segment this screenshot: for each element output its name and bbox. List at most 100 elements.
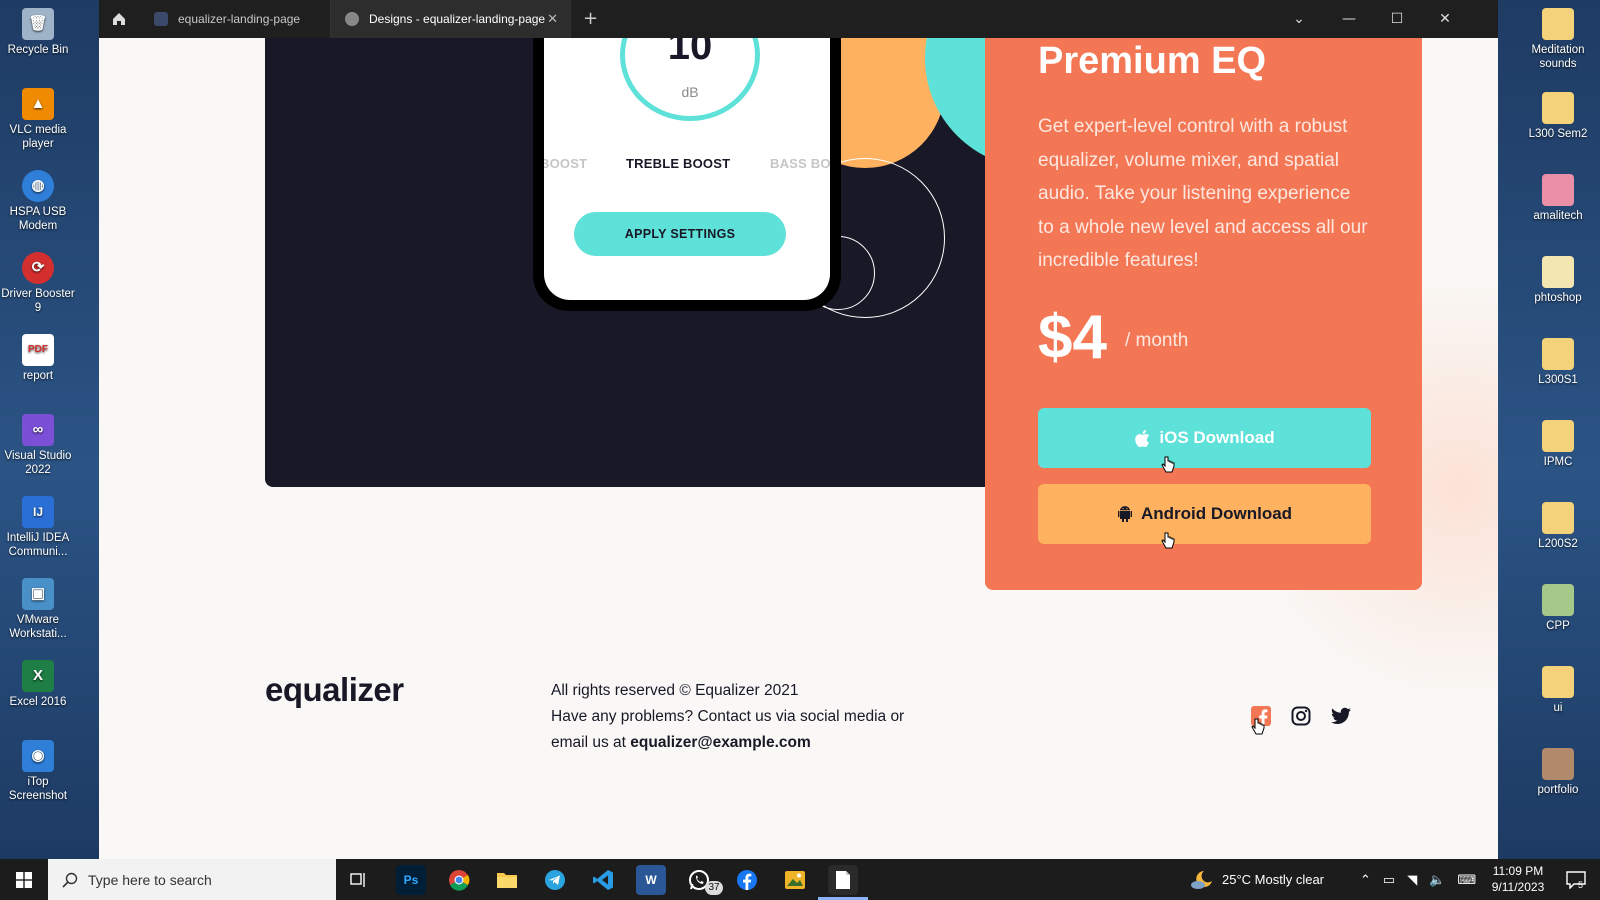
desktop-icon-ipmc[interactable]: IPMC [1520, 420, 1596, 469]
desktop-icon-itop-screenshot[interactable]: ◉ iTop Screenshot [0, 740, 76, 803]
desktop-icon-phtoshop[interactable]: phtoshop [1520, 256, 1596, 305]
price: $4 / month [1038, 302, 1188, 373]
desktop-icon-ui[interactable]: ui [1520, 666, 1596, 715]
apply-settings-button[interactable]: APPLY SETTINGS [574, 212, 786, 256]
chrome-icon[interactable] [444, 865, 474, 895]
taskbar: Type here to search Ps W 37 25°C Mostly … [0, 859, 1600, 900]
vmware-icon: ▣ [22, 578, 54, 610]
folder-icon [1542, 92, 1574, 124]
premium-card: Premium EQ Get expert-level control with… [985, 38, 1422, 590]
instagram-link[interactable] [1289, 704, 1313, 728]
footer-contact: Have any problems? Contact us via social… [551, 708, 905, 751]
desktop-icon-vmware[interactable]: ▣ VMware Workstati... [0, 578, 76, 641]
pdf-file-icon: PDF [22, 334, 54, 366]
ios-download-button[interactable]: iOS Download [1038, 408, 1371, 468]
weather-widget[interactable]: 25°C Mostly clear [1190, 859, 1324, 900]
tab-equalizer-landing-page[interactable]: equalizer-landing-page [140, 0, 331, 38]
desktop-icon-excel[interactable]: X Excel 2016 [0, 660, 76, 709]
close-window-button[interactable]: ✕ [1421, 0, 1469, 38]
notification-center-icon[interactable]: 5 [1566, 859, 1586, 900]
task-view-icon[interactable] [344, 865, 374, 895]
hero-dark-panel: 10 dB BOOST TREBLE BOOST BASS BOOST APPL… [265, 38, 1422, 590]
desktop-icon-meditation-sounds[interactable]: Meditation sounds [1520, 8, 1596, 71]
apple-icon [1135, 429, 1150, 447]
browser-window: equalizer-landing-page Designs - equaliz… [99, 0, 1498, 859]
new-tab-button[interactable]: + [583, 8, 598, 29]
twitter-icon [1331, 707, 1351, 724]
android-download-button[interactable]: Android Download [1038, 484, 1371, 544]
desktop-icon-visual-studio[interactable]: ∞ Visual Studio 2022 [0, 414, 76, 477]
footer-text: All rights reserved © Equalizer 2021 Hav… [551, 678, 931, 756]
keyboard-icon[interactable]: ⌨ [1457, 872, 1476, 888]
folder-icon [1542, 8, 1574, 40]
desktop-icon-vlc[interactable]: ▲ VLC media player [0, 88, 76, 151]
desktop-icon-cpp[interactable]: CPP [1520, 584, 1596, 633]
taskbar-search-box[interactable]: Type here to search [48, 859, 336, 900]
desktop-icon-l200s2[interactable]: L200S2 [1520, 502, 1596, 551]
clock-date: 9/11/2023 [1491, 880, 1545, 894]
desktop-icon-intellij[interactable]: IJ IntelliJ IDEA Communi... [0, 496, 76, 559]
search-placeholder: Type here to search [88, 871, 212, 888]
twitter-link[interactable] [1329, 704, 1353, 728]
desktop-icon-hspa-modem[interactable]: ◍ HSPA USB Modem [0, 170, 76, 233]
folder-icon [1542, 748, 1574, 780]
folder-icon [1542, 502, 1574, 534]
file-explorer-icon[interactable] [492, 865, 522, 895]
dial-unit: dB [681, 84, 699, 100]
footer-logo[interactable]: equalizer [265, 671, 404, 709]
notification-count: 5 [1578, 879, 1584, 890]
mode-option-treble-boost[interactable]: TREBLE BOOST [626, 156, 730, 171]
desktop-icon-portfolio[interactable]: portfolio [1520, 748, 1596, 797]
camera-icon: ◉ [22, 740, 54, 772]
footer-email-link[interactable]: equalizer@example.com [630, 734, 811, 751]
hand-cursor-icon [1251, 718, 1265, 735]
driver-booster-icon: ⟳ [22, 252, 54, 284]
tab-title: Designs - equalizer-landing-page [369, 12, 546, 26]
web-page: 10 dB BOOST TREBLE BOOST BASS BOOST APPL… [99, 38, 1498, 859]
desktop-icon-amalitech[interactable]: amalitech [1520, 174, 1596, 223]
tab-close-icon[interactable]: ✕ [547, 11, 558, 27]
search-icon [62, 872, 78, 888]
figma-favicon-icon [154, 12, 168, 26]
excel-icon: X [22, 660, 54, 692]
play-favicon-icon [345, 12, 359, 26]
photos-icon[interactable] [780, 865, 810, 895]
wifi-icon[interactable]: ◥ [1407, 872, 1417, 888]
premium-description: Get expert-level control with a robust e… [1038, 116, 1368, 271]
volume-icon[interactable]: 🔈 [1429, 872, 1445, 888]
tab-title: equalizer-landing-page [178, 12, 301, 26]
tab-designs-equalizer-landing-page[interactable]: Designs - equalizer-landing-page ✕ [331, 0, 571, 38]
vscode-icon[interactable] [588, 865, 618, 895]
word-icon[interactable]: W [636, 865, 666, 895]
windows-icon [16, 871, 32, 888]
weather-text: 25°C Mostly clear [1222, 872, 1325, 887]
desktop-icon-l300s1[interactable]: L300S1 [1520, 338, 1596, 387]
desktop-icon-driver-booster[interactable]: ⟳ Driver Booster 9 [0, 252, 76, 315]
start-button[interactable] [0, 859, 48, 900]
mode-option-bass-boost[interactable]: BASS BOOST [770, 156, 830, 171]
ios-download-label: iOS Download [1159, 428, 1275, 447]
android-icon [1117, 506, 1132, 522]
notepad-icon[interactable] [828, 865, 858, 895]
whatsapp-badge: 37 [705, 881, 723, 895]
desktop-icon-l300-sem2[interactable]: L300 Sem2 [1520, 92, 1596, 141]
system-tray: ⌃ ▭ ◥ 🔈 ⌨ [1360, 859, 1476, 900]
chevron-up-icon[interactable]: ⌃ [1360, 872, 1371, 888]
minimize-button[interactable]: — [1325, 0, 1373, 38]
volume-dial[interactable]: 10 dB [620, 38, 760, 121]
home-button[interactable] [99, 0, 139, 38]
facebook-app-icon[interactable] [732, 865, 762, 895]
tab-list-chevron-icon[interactable]: ⌄ [1275, 0, 1323, 38]
telegram-icon[interactable] [540, 865, 570, 895]
taskbar-clock[interactable]: 11:09 PM 9/11/2023 [1478, 863, 1558, 895]
network-icon[interactable]: ▭ [1383, 872, 1395, 888]
desktop-icon-report[interactable]: PDF report [0, 334, 76, 383]
mode-option-boost[interactable]: BOOST [544, 156, 587, 171]
photoshop-icon[interactable]: Ps [396, 865, 426, 895]
desktop-icon-recycle-bin[interactable]: 🗑 Recycle Bin [0, 8, 76, 57]
dial-value: 10 [667, 38, 713, 68]
folder-icon [1542, 420, 1574, 452]
browser-titlebar: equalizer-landing-page Designs - equaliz… [99, 0, 1498, 38]
maximize-button[interactable]: ☐ [1373, 0, 1421, 38]
hand-cursor-icon [1161, 532, 1175, 549]
